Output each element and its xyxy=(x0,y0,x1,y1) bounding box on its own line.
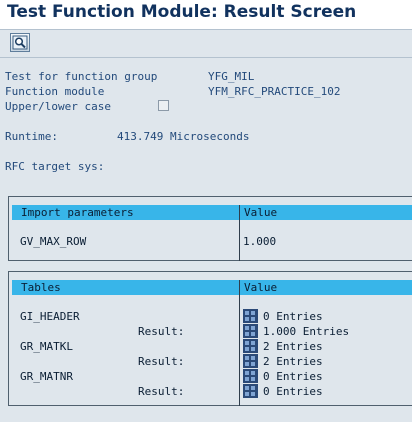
column-header-import-parameters: Import parameters xyxy=(21,206,134,219)
table-contents-icon[interactable] xyxy=(243,339,258,353)
table-contents-icon[interactable] xyxy=(243,369,258,383)
case-label: Upper/lower case xyxy=(5,100,111,113)
table-result-entries: 2 Entries xyxy=(263,355,323,368)
import-parameters-table: Import parameters Value GV_MAX_ROW 1.000 xyxy=(8,196,412,261)
column-header-tables: Tables xyxy=(21,281,61,294)
result-label: Result: xyxy=(138,355,185,368)
table-header: Import parameters Value xyxy=(12,205,412,220)
column-header-value: Value xyxy=(244,206,278,219)
result-label: Result: xyxy=(138,325,185,338)
param-name: GV_MAX_ROW xyxy=(20,235,87,248)
table-contents-icon[interactable] xyxy=(243,354,258,368)
function-module-label: Function module xyxy=(5,85,105,98)
table-value-entries: 0 Entries xyxy=(263,310,323,323)
table-value-entries: 0 Entries xyxy=(263,370,323,383)
table-result-entries: 0 Entries xyxy=(263,385,323,398)
function-module-value: YFM_RFC_PRACTICE_102 xyxy=(208,85,341,98)
table-contents-icon[interactable] xyxy=(243,384,258,398)
param-value[interactable]: 1.000 xyxy=(243,235,276,248)
result-label: Result: xyxy=(138,385,185,398)
runtime-label: Runtime: xyxy=(5,130,58,143)
page-title: Test Function Module: Result Screen xyxy=(7,2,357,22)
table-result-entries: 1.000 Entries xyxy=(263,325,350,338)
column-header-value: Value xyxy=(244,281,278,294)
function-group-value: YFG_MIL xyxy=(208,70,255,83)
table-name-gi-header: GI_HEADER xyxy=(20,310,80,323)
title-bar: Test Function Module: Result Screen xyxy=(0,0,412,30)
column-divider xyxy=(239,280,240,406)
magnifier-icon xyxy=(12,35,28,50)
table-value-entries: 2 Entries xyxy=(263,340,323,353)
table-contents-icon[interactable] xyxy=(243,324,258,338)
case-checkbox[interactable] xyxy=(158,100,169,111)
table-name-gr-matnr: GR_MATNR xyxy=(20,370,73,383)
tables-table: Tables Value GI_HEADER 0 Entries Result:… xyxy=(8,271,412,406)
table-contents-icon[interactable] xyxy=(243,309,258,323)
rfc-target-label: RFC target sys: xyxy=(5,160,105,173)
column-divider xyxy=(239,205,240,261)
runtime-value: 413.749 Microseconds xyxy=(117,130,250,143)
function-group-label: Test for function group xyxy=(5,70,158,83)
table-name-gr-matkl: GR_MATKL xyxy=(20,340,73,353)
display-button[interactable] xyxy=(10,33,30,52)
application-toolbar xyxy=(0,30,412,58)
table-header: Tables Value xyxy=(12,280,412,295)
